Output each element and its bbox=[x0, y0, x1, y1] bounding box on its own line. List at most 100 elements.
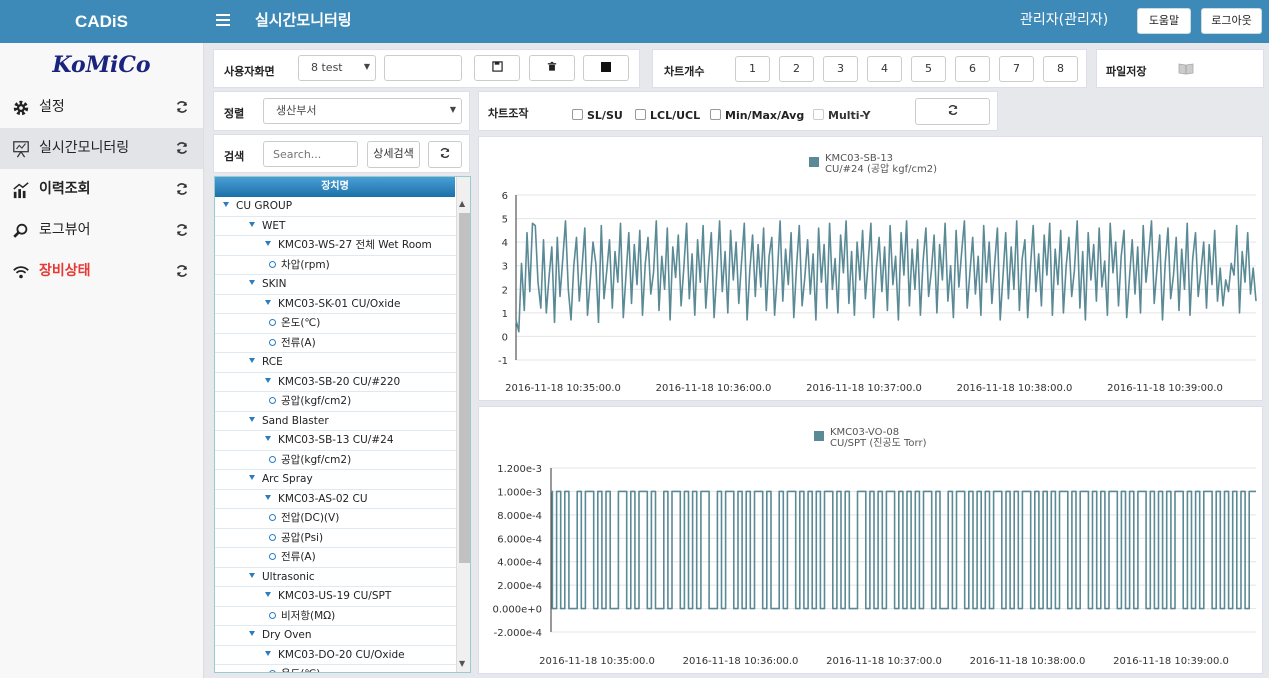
tree-leaf-row[interactable]: 전압(DC)(V) bbox=[215, 509, 456, 529]
tree-group-row[interactable]: Arc Spray bbox=[215, 470, 456, 490]
node-circle-icon[interactable] bbox=[269, 670, 276, 672]
expand-arrow-icon[interactable] bbox=[249, 280, 255, 285]
expand-arrow-icon[interactable] bbox=[265, 299, 271, 305]
chart-count-1-button[interactable]: 1 bbox=[735, 56, 770, 82]
expand-arrow-icon[interactable] bbox=[265, 592, 271, 597]
tree-group-row[interactable]: RCE bbox=[215, 353, 456, 373]
screen-name-input[interactable] bbox=[384, 55, 462, 81]
expand-arrow-icon[interactable] bbox=[265, 650, 271, 656]
tree-leaf-row[interactable]: 비저항(MΩ) bbox=[215, 607, 456, 626]
tree-scroll-thumb[interactable] bbox=[459, 213, 470, 563]
expand-arrow-icon[interactable] bbox=[249, 572, 255, 578]
node-circle-icon[interactable] bbox=[269, 455, 276, 463]
node-circle-icon[interactable] bbox=[269, 533, 276, 541]
expand-arrow-icon[interactable] bbox=[265, 494, 271, 500]
chart-count-4-button[interactable]: 4 bbox=[867, 56, 902, 82]
expand-arrow-icon[interactable] bbox=[249, 221, 255, 227]
tree-group-row[interactable]: Ultrasonic bbox=[215, 568, 456, 587]
node-circle-icon[interactable] bbox=[269, 397, 276, 404]
tree-leaf-row[interactable]: 온도(℃) bbox=[215, 665, 456, 672]
expand-arrow-icon[interactable] bbox=[265, 436, 271, 441]
refresh-icon[interactable] bbox=[175, 100, 189, 114]
tree-group-row[interactable]: Sand Blaster bbox=[215, 412, 456, 431]
brand-logo[interactable]: CADiS bbox=[0, 0, 203, 43]
y-tick-label: 6.000e-4 bbox=[497, 534, 542, 545]
tree-leaf-row[interactable]: 공압(Psi) bbox=[215, 529, 456, 548]
node-circle-icon[interactable] bbox=[269, 514, 276, 521]
tree-group-row[interactable]: KMC03-SB-13 CU/#24 bbox=[215, 431, 456, 451]
chart-2[interactable]: KMC03-VO-08CU/SPT (진공도 Torr) -2.000e-4 0.0… bbox=[479, 407, 1264, 675]
chart-count-2-button[interactable]: 2 bbox=[779, 56, 814, 82]
y-tick-label: 1.000e-3 bbox=[497, 487, 542, 498]
expand-arrow-icon[interactable] bbox=[265, 241, 271, 246]
expand-arrow-icon[interactable] bbox=[223, 202, 229, 207]
chart-count-7-button[interactable]: 7 bbox=[999, 56, 1034, 82]
node-circle-icon[interactable] bbox=[269, 553, 276, 560]
menu-toggle-icon[interactable] bbox=[216, 11, 230, 31]
scroll-down-icon[interactable]: ▼ bbox=[459, 659, 465, 668]
tree-leaf-row[interactable]: 전류(A) bbox=[215, 548, 456, 568]
tree-group-row[interactable]: KMC03-US-19 CU/SPT bbox=[215, 587, 456, 607]
sidebar-item-log-viewer[interactable]: 로그뷰어 bbox=[0, 210, 203, 251]
expand-arrow-icon[interactable] bbox=[249, 475, 255, 480]
tree-group-row[interactable]: SKIN bbox=[215, 275, 456, 295]
open-book-icon[interactable] bbox=[1178, 63, 1194, 75]
node-circle-icon[interactable] bbox=[269, 319, 276, 326]
search-input[interactable] bbox=[263, 141, 358, 167]
chart-count-5-button[interactable]: 5 bbox=[911, 56, 946, 82]
user-screen-select[interactable]: 8 test ▼ bbox=[298, 55, 376, 81]
lcl-ucl-checkbox[interactable]: LCL/UCL bbox=[635, 109, 700, 122]
multi-y-checkbox[interactable]: Multi-Y bbox=[813, 109, 871, 122]
expand-arrow-icon[interactable] bbox=[249, 416, 255, 422]
sidebar-item-realtime-monitoring[interactable]: 실시간모니터링 bbox=[0, 128, 203, 169]
sl-su-checkbox[interactable]: SL/SU bbox=[572, 109, 623, 122]
chart-count-8-button[interactable]: 8 bbox=[1043, 56, 1078, 82]
search-refresh-button[interactable] bbox=[428, 141, 462, 168]
tree-leaf-row[interactable]: 전류(A) bbox=[215, 334, 456, 353]
refresh-icon[interactable] bbox=[175, 182, 189, 196]
tree-group-row[interactable]: WET bbox=[215, 217, 456, 236]
sidebar-item-settings[interactable]: 설정 bbox=[0, 87, 203, 128]
sort-select[interactable]: 생산부서 ▼ bbox=[263, 98, 462, 124]
expand-arrow-icon[interactable] bbox=[249, 358, 255, 363]
delete-screen-button[interactable] bbox=[529, 55, 575, 81]
chart-1[interactable]: KMC03-SB-13CU/#24 (공압 kgf/cm2) -1 0 1 2 3 4 5 6 2… bbox=[479, 137, 1264, 402]
refresh-icon[interactable] bbox=[175, 141, 189, 155]
help-button[interactable]: 도움말 bbox=[1137, 8, 1191, 34]
sidebar-item-history[interactable]: 이력조회 bbox=[0, 169, 203, 210]
tree-leaf-row[interactable]: 공압(kgf/cm2) bbox=[215, 451, 456, 470]
chart-count-3-button[interactable]: 3 bbox=[823, 56, 858, 82]
tree-row-label: Arc Spray bbox=[262, 473, 313, 485]
expand-arrow-icon[interactable] bbox=[265, 377, 271, 383]
logout-button[interactable]: 로그아웃 bbox=[1201, 8, 1262, 34]
tree-group-row[interactable]: CU GROUP bbox=[215, 197, 456, 217]
tree-group-row[interactable]: Dry Oven bbox=[215, 626, 456, 646]
tree-leaf-row[interactable]: 공압(kgf/cm2) bbox=[215, 392, 456, 412]
node-circle-icon[interactable] bbox=[269, 260, 276, 268]
refresh-icon[interactable] bbox=[175, 223, 189, 237]
tree-group-row[interactable]: KMC03-WS-27 전체 Wet Room bbox=[215, 236, 456, 256]
detail-search-button[interactable]: 상세검색 bbox=[367, 141, 420, 168]
refresh-icon[interactable] bbox=[175, 264, 189, 278]
tree-group-row[interactable]: KMC03-SK-01 CU/Oxide bbox=[215, 295, 456, 314]
tree-leaf-row[interactable]: 온도(℃) bbox=[215, 314, 456, 334]
chart-count-6-button[interactable]: 6 bbox=[955, 56, 990, 82]
x-tick-label: 2016-11-18 10:37:00.0 bbox=[806, 383, 922, 394]
tree-group-row[interactable]: KMC03-AS-02 CU bbox=[215, 490, 456, 509]
tree-group-row[interactable]: KMC03-SB-20 CU/#220 bbox=[215, 373, 456, 392]
sidebar-item-label: 로그뷰어 bbox=[39, 222, 91, 238]
node-circle-icon[interactable] bbox=[269, 338, 276, 346]
chart-refresh-button[interactable] bbox=[915, 98, 990, 125]
expand-arrow-icon[interactable] bbox=[249, 631, 255, 636]
tree-leaf-row[interactable]: 차압(rpm) bbox=[215, 256, 456, 275]
tree-group-row[interactable]: KMC03-DO-20 CU/Oxide bbox=[215, 646, 456, 665]
tree-row-label: CU GROUP bbox=[236, 200, 293, 212]
scroll-up-icon[interactable]: ▲ bbox=[459, 199, 465, 208]
min-max-avg-checkbox[interactable]: Min/Max/Avg bbox=[710, 109, 804, 122]
node-circle-icon[interactable] bbox=[269, 611, 276, 619]
tree-scrollbar[interactable]: ▲ ▼ bbox=[456, 177, 470, 672]
y-tick-label: 0.000e+0 bbox=[492, 605, 542, 616]
sidebar-item-equipment-status[interactable]: 장비상태 bbox=[0, 251, 203, 292]
save-screen-button[interactable] bbox=[474, 55, 520, 81]
stop-button[interactable] bbox=[583, 55, 629, 81]
